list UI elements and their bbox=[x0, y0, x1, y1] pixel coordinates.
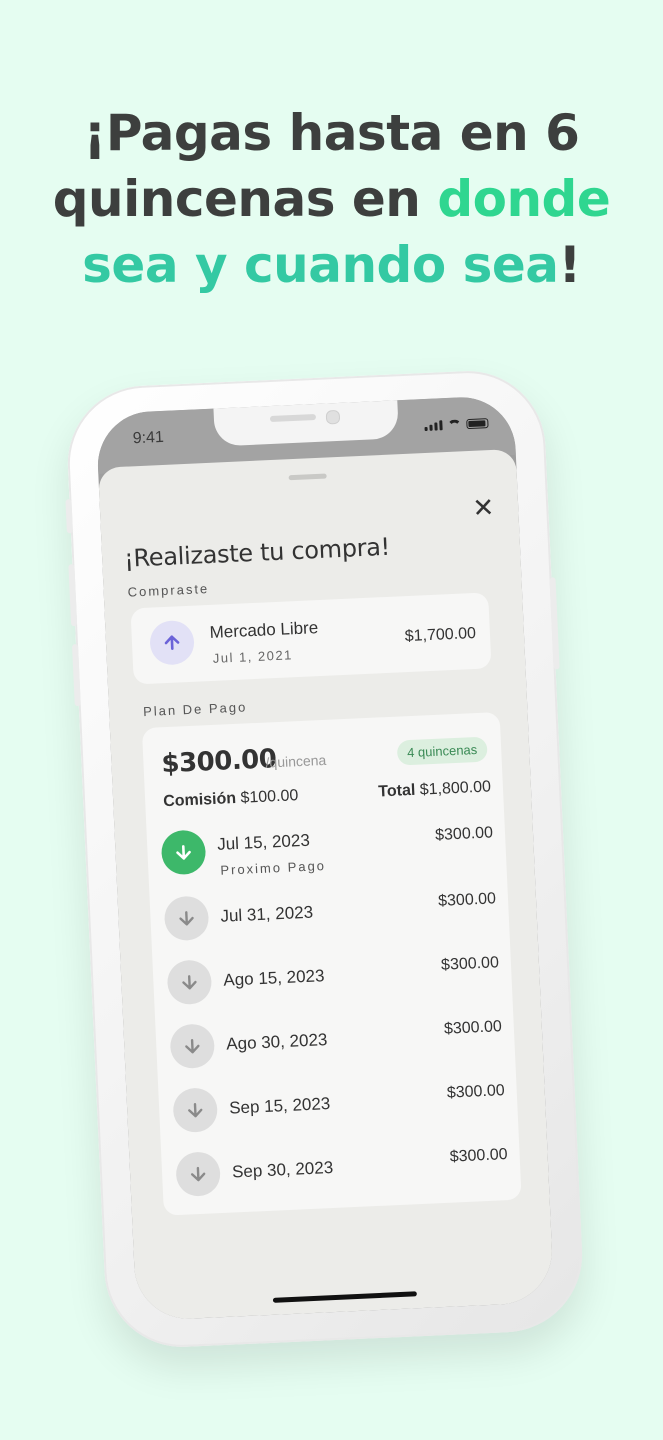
plan-label: Plan De Pago bbox=[142, 699, 248, 720]
purchase-label: Compraste bbox=[127, 580, 210, 600]
arrow-down-icon bbox=[163, 895, 210, 942]
status-time: 9:41 bbox=[132, 428, 165, 448]
phone-screen: 9:41 ✕ ¡Realizaste tu compra! Compraste bbox=[95, 394, 555, 1322]
total-label: Total bbox=[377, 781, 416, 801]
battery-icon bbox=[466, 418, 489, 430]
next-payment-label: Proximo Pago bbox=[220, 857, 327, 878]
arrow-down-icon bbox=[160, 829, 207, 876]
payment-amount: $300.00 bbox=[443, 1018, 503, 1038]
purchase-date: Jul 1, 2021 bbox=[212, 647, 294, 666]
arrow-up-icon bbox=[149, 619, 196, 666]
payment-amount: $300.00 bbox=[437, 890, 497, 910]
merchant-name: Mercado Libre bbox=[209, 618, 319, 642]
arrow-down-icon bbox=[172, 1087, 219, 1134]
commission: Comisión $100.00 bbox=[163, 787, 299, 811]
arrow-down-icon bbox=[175, 1151, 222, 1198]
payment-row[interactable]: Ago 15, 2023 $300.00 bbox=[166, 946, 500, 1013]
purchase-sheet: ✕ ¡Realizaste tu compra! Compraste Merca… bbox=[98, 448, 555, 1322]
total-value: $1,800.00 bbox=[419, 778, 492, 799]
payment-date: Ago 30, 2023 bbox=[225, 1030, 328, 1054]
headline-line-3: sea y cuando sea! bbox=[0, 232, 663, 298]
headline-accent-donde: donde bbox=[437, 170, 611, 228]
payment-plan-card: $300.00 /quincena 4 quincenas Comisión $… bbox=[141, 711, 522, 1216]
payment-amount: $300.00 bbox=[446, 1082, 506, 1102]
headline-line-1: ¡Pagas hasta en 6 bbox=[83, 104, 580, 162]
sheet-title: ¡Realizaste tu compra! bbox=[123, 532, 391, 573]
signal-icon bbox=[424, 420, 443, 432]
payment-amount: $300.00 bbox=[449, 1146, 508, 1166]
payment-date: Ago 15, 2023 bbox=[222, 966, 325, 990]
speaker bbox=[269, 413, 317, 423]
payment-row[interactable]: Jul 31, 2023 $300.00 bbox=[163, 882, 498, 949]
home-indicator[interactable] bbox=[272, 1291, 417, 1303]
payment-row[interactable]: Sep 30, 2023 $300.00 bbox=[175, 1138, 509, 1205]
sheet-grabber[interactable] bbox=[288, 473, 327, 481]
payment-amount: $300.00 bbox=[440, 954, 500, 974]
front-camera bbox=[325, 409, 341, 425]
purchase-amount: $1,700.00 bbox=[404, 624, 477, 646]
payment-date: Sep 15, 2023 bbox=[228, 1094, 331, 1118]
payment-row[interactable]: Ago 30, 2023 $300.00 bbox=[169, 1010, 503, 1077]
headline-exclamation: ! bbox=[558, 236, 582, 294]
commission-label: Comisión bbox=[162, 789, 237, 811]
payment-row[interactable]: Jul 15, 2023 Proximo Pago $300.00 bbox=[160, 816, 495, 883]
headline: ¡Pagas hasta en 6 quincenas en donde sea… bbox=[0, 100, 663, 298]
headline-accent-sea: sea y cuando sea bbox=[82, 236, 559, 294]
commission-value: $100.00 bbox=[240, 787, 299, 807]
arrow-down-icon bbox=[166, 959, 213, 1006]
payment-row[interactable]: Sep 15, 2023 $300.00 bbox=[172, 1074, 506, 1141]
phone-mockup: 9:41 ✕ ¡Realizaste tu compra! Compraste bbox=[64, 367, 586, 1351]
headline-line-2: quincenas en donde bbox=[0, 166, 663, 232]
headline-line-2-text: quincenas en bbox=[52, 170, 438, 228]
total: Total $1,800.00 bbox=[378, 778, 491, 801]
close-icon[interactable]: ✕ bbox=[472, 492, 495, 523]
plan-amount: $300.00 bbox=[160, 744, 278, 780]
payment-date: Jul 31, 2023 bbox=[220, 902, 314, 926]
wifi-icon bbox=[447, 419, 462, 430]
payment-date: Jul 15, 2023 bbox=[216, 830, 311, 854]
installments-badge: 4 quincenas bbox=[396, 736, 488, 766]
status-icons bbox=[424, 418, 489, 432]
plan-per: /quincena bbox=[265, 751, 327, 771]
arrow-down-icon bbox=[169, 1023, 216, 1070]
payment-amount: $300.00 bbox=[434, 824, 494, 844]
payment-date: Sep 30, 2023 bbox=[231, 1157, 334, 1182]
purchase-card[interactable]: Mercado Libre Jul 1, 2021 $1,700.00 bbox=[130, 592, 492, 685]
